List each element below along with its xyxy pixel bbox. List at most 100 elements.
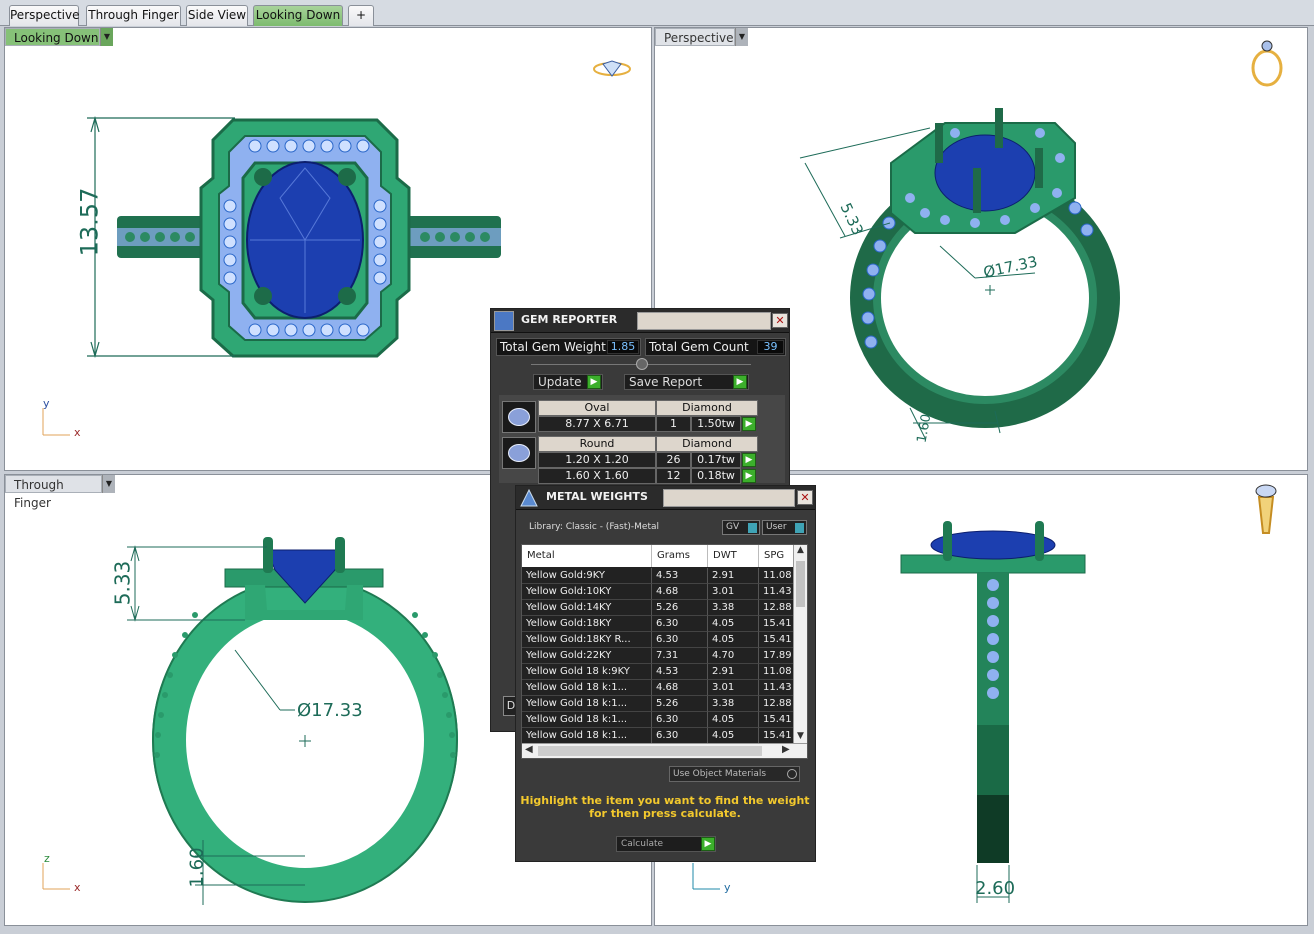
grams-value: 4.53	[652, 568, 708, 584]
metal-name: Yellow Gold 18 k:1...	[522, 696, 652, 712]
radio-icon	[787, 769, 797, 779]
table-row[interactable]: Yellow Gold 18 k:1... 6.30 4.05 15.41	[522, 728, 795, 744]
dimension-height: 13.57	[75, 187, 104, 257]
gem-shape: Round	[538, 436, 656, 452]
dwt-value: 4.05	[708, 632, 759, 648]
metal-name: Yellow Gold:22KY	[522, 648, 652, 664]
gem-material: Diamond	[656, 436, 758, 452]
play-icon[interactable]: ▶	[742, 469, 756, 483]
gem-weight: 0.18tw	[691, 468, 741, 484]
play-icon[interactable]: ▶	[742, 453, 756, 467]
tab-looking-down[interactable]: Looking Down	[253, 5, 343, 26]
table-row[interactable]: Yellow Gold 18 k:1... 4.68 3.01 11.43	[522, 680, 795, 696]
axis-y-label: y	[43, 397, 50, 410]
dwt-value: 4.70	[708, 648, 759, 664]
gem-material: Diamond	[656, 400, 758, 416]
horizontal-scrollbar[interactable]: ◀ ▶	[522, 743, 807, 758]
table-row[interactable]: Yellow Gold:10KY 4.68 3.01 11.43	[522, 584, 795, 600]
use-object-materials-label: Use Object Materials	[673, 769, 767, 779]
gv-label: GV	[726, 522, 740, 532]
play-icon[interactable]: ▶	[742, 417, 756, 431]
scroll-right-icon[interactable]: ▶	[782, 744, 790, 755]
dimension-top: 5.33	[110, 560, 135, 606]
metal-name: Yellow Gold:18KY	[522, 616, 652, 632]
play-icon[interactable]: ▶	[587, 375, 601, 389]
spg-value: 15.41	[759, 616, 795, 632]
dwt-value: 3.38	[708, 696, 759, 712]
scroll-up-icon[interactable]: ▲	[794, 545, 807, 559]
user-toggle[interactable]: User	[762, 520, 807, 535]
use-object-materials-toggle[interactable]: Use Object Materials	[669, 766, 800, 782]
table-row[interactable]: Yellow Gold 18 k:1... 6.30 4.05 15.41	[522, 712, 795, 728]
table-row[interactable]: Yellow Gold 18 k:9KY 4.53 2.91 11.08	[522, 664, 795, 680]
title-drag-area[interactable]	[663, 489, 795, 507]
library-label: Library: Classic - (Fast)-Metal	[529, 522, 660, 532]
vertical-scrollbar[interactable]: ▲ ▼	[793, 545, 807, 745]
add-tab-button[interactable]: +	[348, 5, 374, 26]
instruction-line-1: Highlight the item you want to find the …	[520, 794, 810, 807]
dimension-bottom: 1.60	[186, 847, 208, 888]
grams-value: 6.30	[652, 728, 708, 744]
metal-name: Yellow Gold:14KY	[522, 600, 652, 616]
spg-value: 11.43	[759, 680, 795, 696]
dwt-value: 4.05	[708, 728, 759, 744]
grams-value: 6.30	[652, 712, 708, 728]
collapse-handle[interactable]	[636, 358, 648, 370]
dimension-diameter: Ø17.33	[297, 700, 363, 721]
spg-value: 12.88	[759, 696, 795, 712]
gem-weight: 1.50tw	[691, 416, 741, 432]
scroll-thumb[interactable]	[538, 746, 762, 756]
save-report-button[interactable]: Save Report	[624, 374, 749, 390]
axis-y-label: y	[724, 881, 731, 894]
scroll-thumb[interactable]	[796, 561, 805, 607]
grams-value: 7.31	[652, 648, 708, 664]
total-gem-weight-value: 1.85	[607, 340, 639, 354]
title-drag-area[interactable]	[637, 312, 771, 330]
instruction-line-2: for then press calculate.	[589, 807, 741, 820]
gem-count: 1	[656, 416, 691, 432]
gem-reporter-icon	[494, 311, 514, 331]
gem-size: 1.20 X 1.20	[538, 452, 656, 468]
grams-value: 4.53	[652, 664, 708, 680]
gem-weight: 0.17tw	[691, 452, 741, 468]
tab-perspective[interactable]: Perspective	[9, 5, 80, 26]
table-row[interactable]: Yellow Gold:18KY 6.30 4.05 15.41	[522, 616, 795, 632]
play-icon[interactable]: ▶	[733, 375, 747, 389]
metal-name: Yellow Gold:9KY	[522, 568, 652, 584]
column-spg[interactable]: SPG	[759, 545, 795, 567]
axis-x-label: x	[74, 426, 81, 439]
column-grams[interactable]: Grams	[652, 545, 708, 567]
update-button-label: Update	[538, 375, 582, 389]
gv-toggle[interactable]: GV	[722, 520, 760, 535]
metal-name: Yellow Gold:10KY	[522, 584, 652, 600]
table-row[interactable]: Yellow Gold:14KY 5.26 3.38 12.88	[522, 600, 795, 616]
metal-name: Yellow Gold 18 k:1...	[522, 680, 652, 696]
dwt-value: 3.38	[708, 600, 759, 616]
table-row[interactable]: Yellow Gold:18KY R... 6.30 4.05 15.41	[522, 632, 795, 648]
grams-value: 5.26	[652, 696, 708, 712]
total-gem-weight-label: Total Gem Weight	[500, 340, 606, 354]
column-dwt[interactable]: DWT	[708, 545, 759, 567]
close-icon[interactable]: ✕	[797, 490, 813, 505]
tab-side-view[interactable]: Side View	[186, 5, 248, 26]
dwt-value: 4.05	[708, 712, 759, 728]
spg-value: 17.89	[759, 648, 795, 664]
scroll-left-icon[interactable]: ◀	[525, 744, 533, 755]
column-metal[interactable]: Metal	[522, 545, 652, 567]
metal-weights-icon	[519, 488, 539, 508]
spg-value: 15.41	[759, 728, 795, 744]
grams-value: 6.30	[652, 632, 708, 648]
table-row[interactable]: Yellow Gold:9KY 4.53 2.91 11.08	[522, 568, 795, 584]
ring-thumbnail-icon	[1251, 40, 1283, 87]
gem-size: 8.77 X 6.71	[538, 416, 656, 432]
dwt-value: 2.91	[708, 568, 759, 584]
table-row[interactable]: Yellow Gold 18 k:1... 5.26 3.38 12.88	[522, 696, 795, 712]
table-row[interactable]: Yellow Gold:22KY 7.31 4.70 17.89	[522, 648, 795, 664]
play-icon[interactable]: ▶	[701, 837, 715, 851]
close-icon[interactable]: ✕	[772, 313, 788, 328]
spg-value: 12.88	[759, 600, 795, 616]
dwt-value: 3.01	[708, 584, 759, 600]
axis-x-label: x	[74, 881, 81, 894]
total-gem-count-label: Total Gem Count	[649, 340, 749, 354]
tab-through-finger[interactable]: Through Finger	[86, 5, 181, 26]
